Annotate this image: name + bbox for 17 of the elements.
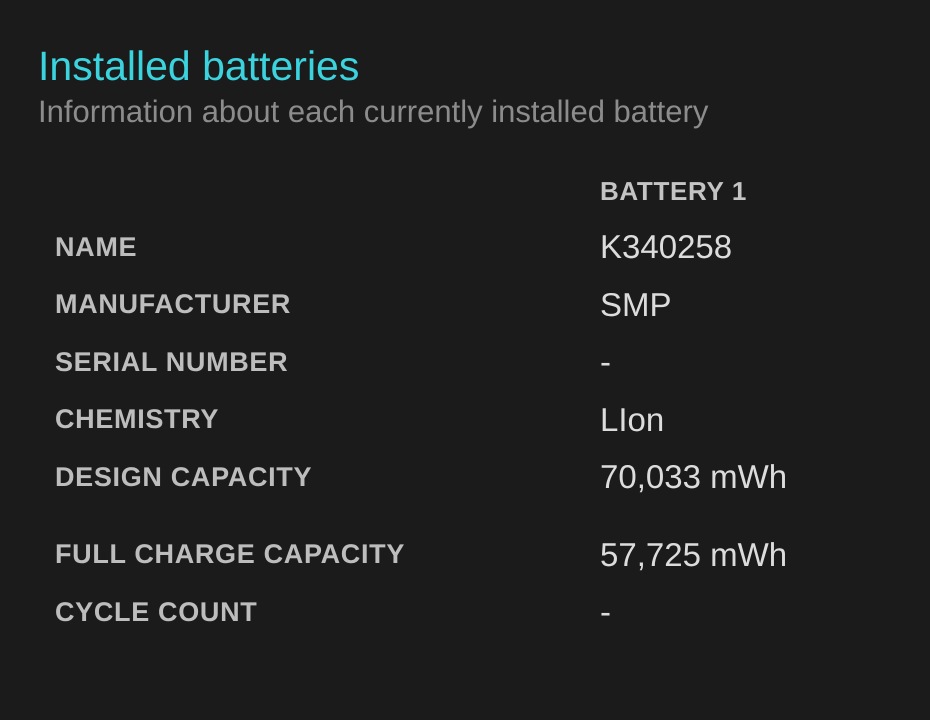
property-value: SMP: [600, 284, 672, 324]
property-value: 70,033 mWh: [600, 457, 788, 497]
property-label: DESIGN CAPACITY: [55, 460, 314, 494]
property-value: -: [600, 592, 611, 632]
property-value: 57,725 mWh: [600, 534, 788, 574]
page-title: Installed batteries: [38, 42, 360, 91]
property-value: K340258: [600, 227, 732, 267]
property-label: FULL CHARGE CAPACITY: [55, 538, 406, 571]
property-value: -: [600, 342, 611, 382]
property-label: CYCLE COUNT: [55, 596, 258, 628]
property-label: NAME: [55, 230, 138, 264]
column-header: BATTERY 1: [600, 174, 747, 208]
property-value: LIon: [600, 400, 664, 440]
property-label: SERIAL NUMBER: [55, 346, 290, 378]
property-label: CHEMISTRY: [55, 403, 220, 436]
property-label: MANUFACTURER: [55, 288, 292, 321]
page-subtitle: Information about each currently installed battery: [38, 93, 708, 131]
